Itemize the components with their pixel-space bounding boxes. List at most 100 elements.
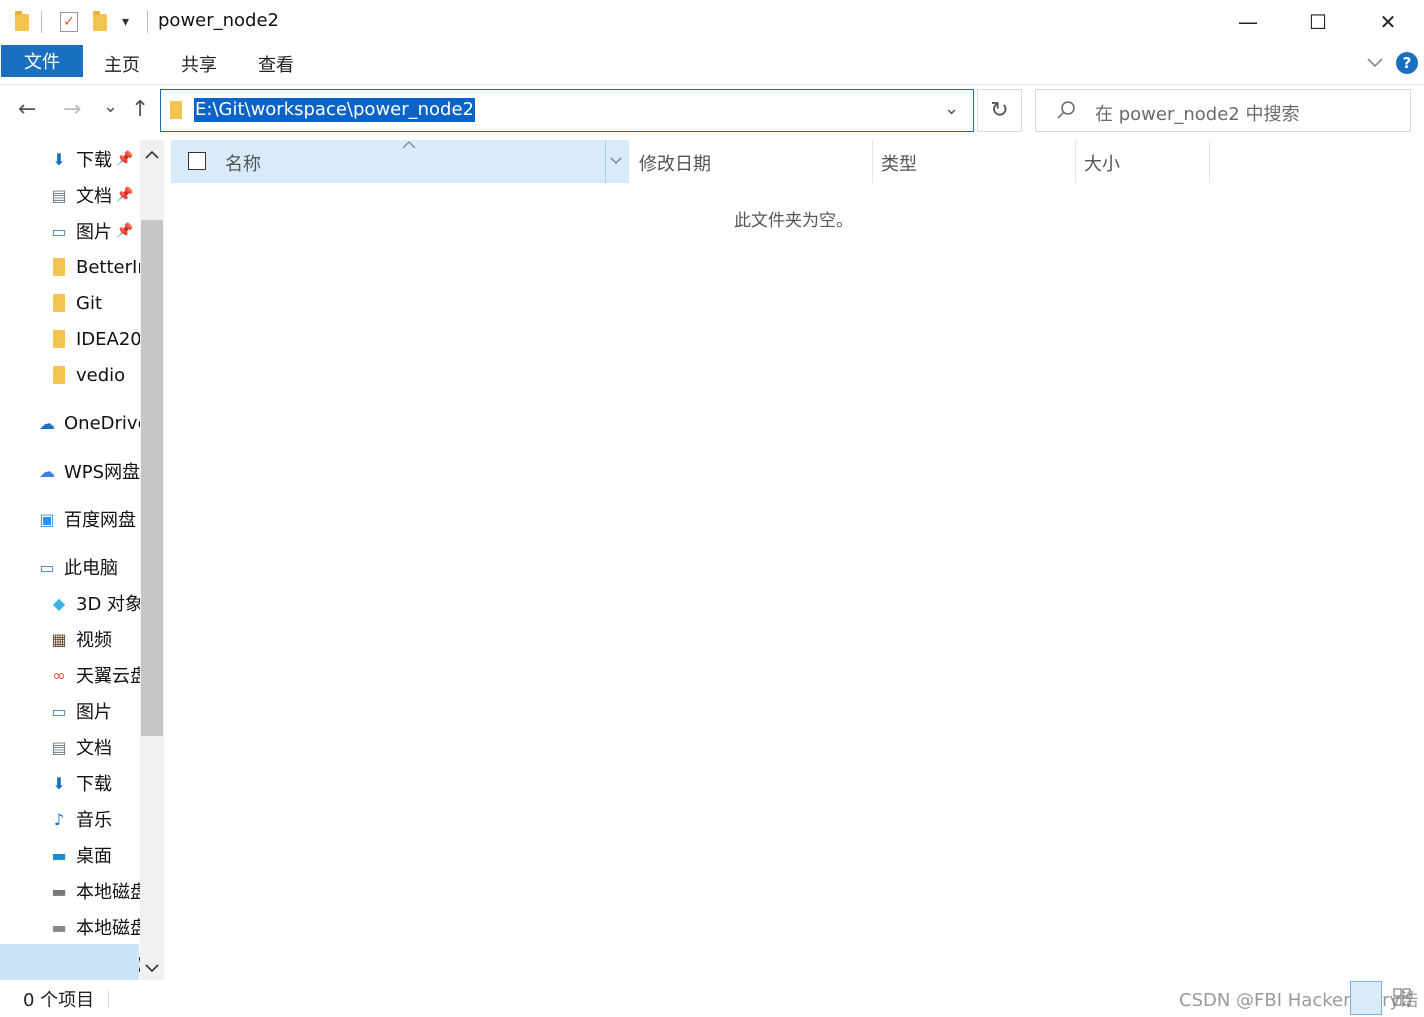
tab-home[interactable]: 主页	[104, 51, 140, 77]
back-button[interactable]: ←	[18, 97, 36, 122]
refresh-button[interactable]: ↻	[977, 89, 1022, 132]
recent-locations-button[interactable]: ⌄	[103, 96, 118, 117]
sidebar-item[interactable]: ▭ 图片	[48, 694, 140, 728]
column-modified-date[interactable]: 修改日期	[639, 150, 711, 176]
system-drive-icon: ▬	[51, 881, 67, 901]
scrollbar-thumb[interactable]	[141, 220, 163, 736]
minimize-icon: —	[1238, 10, 1258, 34]
document-icon: ▤	[51, 185, 67, 205]
sidebar-item[interactable]: ☁ OneDrive	[36, 406, 140, 440]
sidebar-item[interactable]: ▬ 桌面	[48, 838, 140, 872]
sidebar-item[interactable]: BetterIntelliJ	[48, 250, 140, 284]
sidebar-item[interactable]: ◆ 3D 对象	[48, 586, 140, 620]
column-filter-chevron-down-icon[interactable]	[610, 157, 622, 165]
arrow-right-icon: →	[63, 97, 82, 122]
sidebar-item-label: 天翼云盘	[76, 666, 140, 687]
sidebar-item-label: 文档	[76, 186, 112, 207]
folder-icon	[48, 364, 70, 386]
large-icons-view-icon[interactable]	[1393, 988, 1411, 1006]
sidebar-item[interactable]: ∞ 天翼云盘	[48, 658, 140, 692]
help-button[interactable]: ?	[1396, 52, 1418, 74]
folder-shape	[53, 258, 65, 276]
sidebar-item-label: WPS网盘	[64, 462, 140, 483]
3d-objects-icon: ◆	[52, 593, 66, 613]
sidebar-item[interactable]: ▭ 此电脑	[36, 550, 140, 584]
chevron-down-icon: ⌄	[103, 96, 119, 117]
empty-folder-message: 此文件夹为空。	[734, 211, 853, 231]
maximize-icon: ☐	[1309, 10, 1327, 34]
video-icon: ▦	[51, 629, 67, 649]
scroll-up-chevron-up-icon[interactable]	[145, 150, 159, 160]
maximize-button[interactable]: ☐	[1283, 0, 1353, 44]
sidebar-item[interactable]: ⬇ 下载 📌	[48, 142, 140, 176]
separator[interactable]	[1209, 140, 1210, 183]
tab-file[interactable]: 文件	[1, 45, 83, 77]
chevron-down-icon[interactable]	[1366, 57, 1384, 69]
address-history-chevron-down-icon[interactable]: ⌄	[944, 98, 959, 119]
sidebar-item-label: 文档	[76, 738, 112, 759]
separator	[147, 11, 148, 33]
pin-icon: 📌	[116, 223, 134, 239]
separator[interactable]	[872, 140, 873, 183]
separator	[605, 140, 606, 183]
picture-icon: ▭	[51, 221, 67, 241]
sidebar-item[interactable]: ☁ WPS网盘	[36, 454, 140, 488]
sidebar-item[interactable]: ▦ 视频	[48, 622, 140, 656]
folder-icon	[15, 11, 29, 31]
details-view-button[interactable]	[1350, 981, 1382, 1015]
watermark: CSDN @FBI HackerHarry浩	[1179, 990, 1419, 1011]
sidebar-item-label: 3D 对象	[76, 594, 140, 615]
separator[interactable]	[1075, 140, 1076, 183]
file-list-area[interactable]	[171, 183, 1411, 980]
address-input[interactable]: E:\Git\workspace\power_node2	[194, 98, 476, 122]
close-button[interactable]: ✕	[1353, 0, 1423, 44]
scroll-down-chevron-down-icon[interactable]	[145, 963, 159, 973]
sidebar-item[interactable]: Git	[48, 286, 140, 320]
folder-shape	[53, 294, 65, 312]
forward-button[interactable]: →	[63, 97, 81, 122]
sidebar-item[interactable]: vedio	[48, 358, 140, 392]
sidebar-item[interactable]: ▬ 本地磁盘	[48, 874, 140, 908]
sidebar-item-label: 百度网盘	[64, 510, 136, 531]
pin-icon: 📌	[116, 151, 134, 167]
sidebar-item[interactable]: ♪ 音乐	[48, 802, 140, 836]
document-icon: ▤	[51, 737, 67, 757]
separator	[108, 990, 109, 1008]
tab-view[interactable]: 查看	[258, 51, 294, 77]
sidebar-item-label: 音乐	[76, 810, 112, 831]
sidebar-item[interactable]: ▬ 本地磁盘	[48, 910, 140, 944]
picture-icon: ▭	[51, 701, 67, 721]
folder-icon	[170, 101, 182, 119]
sidebar-item-label: OneDrive	[64, 412, 140, 434]
sidebar-item[interactable]: IDEA2021	[48, 322, 140, 356]
sidebar-item[interactable]: ▤ 文档	[48, 730, 140, 764]
sidebar-item-label: 本地磁盘	[76, 882, 140, 903]
sidebar-item[interactable]: ⬇ 下载	[48, 766, 140, 800]
customize-quick-access-chevron-down-icon[interactable]: ▾	[122, 14, 129, 30]
folder-icon	[48, 256, 70, 278]
status-item-count: 0 个项目	[23, 990, 95, 1011]
properties-icon[interactable]: ✓	[60, 12, 78, 32]
select-all-checkbox[interactable]	[188, 152, 206, 170]
sort-ascending-icon	[402, 141, 416, 149]
computer-icon: ▭	[39, 557, 55, 577]
new-folder-icon[interactable]	[93, 11, 107, 31]
up-button[interactable]: ↑	[131, 97, 149, 122]
refresh-icon: ↻	[990, 98, 1009, 123]
sidebar-item[interactable]: ▤ 文档 📌	[48, 178, 140, 212]
separator	[41, 11, 42, 33]
sidebar-item-label: Git	[76, 292, 103, 314]
minimize-button[interactable]: —	[1213, 0, 1283, 44]
column-name-label: 名称	[225, 154, 261, 175]
sidebar-item[interactable]: ▭ 图片 📌	[48, 214, 140, 248]
column-type[interactable]: 类型	[881, 150, 917, 176]
tab-share[interactable]: 共享	[181, 51, 217, 77]
folder-icon	[48, 292, 70, 314]
tianyi-cloud-icon: ∞	[52, 665, 66, 685]
search-input[interactable]: 在 power_node2 中搜索	[1095, 100, 1299, 126]
baidu-netdisk-icon: ▣	[39, 509, 55, 529]
column-size[interactable]: 大小	[1084, 150, 1120, 176]
music-icon: ♪	[53, 809, 65, 829]
sidebar-item[interactable]: ▣ 百度网盘	[36, 502, 140, 536]
wps-cloud-icon: ☁	[39, 461, 55, 481]
